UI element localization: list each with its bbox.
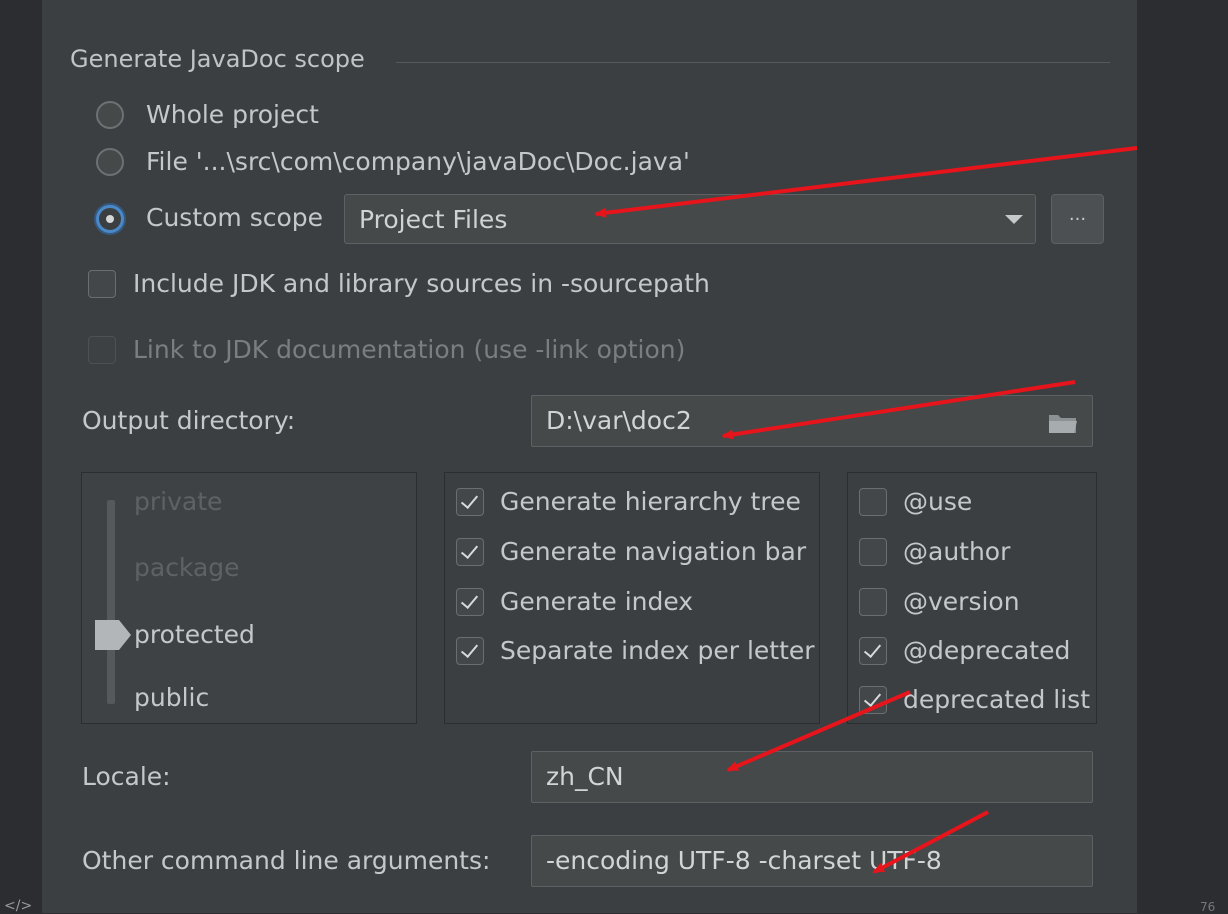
navigation-bar-checkbox[interactable] bbox=[456, 538, 484, 566]
locale-value: zh_CN bbox=[546, 762, 624, 791]
radio-file[interactable] bbox=[96, 148, 124, 176]
tag-version-label[interactable]: @version bbox=[903, 587, 1020, 617]
radio-file-label[interactable]: File '...\src\com\company\javaDoc\Doc.ja… bbox=[146, 147, 690, 177]
include-jdk-checkbox[interactable] bbox=[88, 270, 116, 298]
access-level-panel bbox=[81, 472, 417, 724]
scope-group-title: Generate JavaDoc scope bbox=[70, 45, 365, 73]
tag-version-checkbox[interactable] bbox=[859, 588, 887, 616]
access-level-public[interactable]: public bbox=[134, 683, 209, 713]
custom-scope-value: Project Files bbox=[359, 205, 508, 234]
access-level-package[interactable]: package bbox=[134, 553, 240, 583]
output-directory-field[interactable]: D:\var\doc2 bbox=[531, 395, 1093, 447]
deprecated-list-label[interactable]: deprecated list bbox=[903, 685, 1090, 715]
link-jdk-checkbox[interactable] bbox=[88, 336, 116, 364]
tag-deprecated-label[interactable]: @deprecated bbox=[903, 636, 1070, 666]
locale-field[interactable]: zh_CN bbox=[531, 751, 1093, 803]
folder-icon[interactable] bbox=[1048, 412, 1078, 434]
group-separator bbox=[396, 62, 1110, 63]
separate-index-label[interactable]: Separate index per letter bbox=[500, 636, 818, 666]
link-jdk-label: Link to JDK documentation (use -link opt… bbox=[133, 335, 686, 364]
generate-index-label[interactable]: Generate index bbox=[500, 587, 693, 617]
access-level-slider-thumb[interactable] bbox=[94, 619, 132, 651]
hierarchy-tree-checkbox[interactable] bbox=[456, 488, 484, 516]
tags-panel: @use @author @version @deprecated deprec… bbox=[847, 472, 1097, 724]
other-args-field[interactable]: -encoding UTF-8 -charset UTF-8 bbox=[531, 835, 1093, 887]
tag-use-label[interactable]: @use bbox=[903, 487, 972, 517]
chevron-down-icon[interactable] bbox=[1005, 215, 1023, 224]
tag-deprecated-checkbox[interactable] bbox=[859, 637, 887, 665]
footer-status: 76 bbox=[1200, 900, 1216, 914]
radio-whole-project-label[interactable]: Whole project bbox=[146, 100, 319, 130]
radio-custom-scope-label[interactable]: Custom scope bbox=[146, 203, 323, 233]
include-jdk-label[interactable]: Include JDK and library sources in -sour… bbox=[133, 269, 710, 299]
access-level-protected[interactable]: protected bbox=[134, 620, 255, 650]
hierarchy-tree-label[interactable]: Generate hierarchy tree bbox=[500, 487, 801, 517]
other-args-label: Other command line arguments: bbox=[82, 846, 491, 875]
radio-whole-project[interactable] bbox=[96, 101, 124, 129]
tag-author-checkbox[interactable] bbox=[859, 538, 887, 566]
separate-index-checkbox[interactable] bbox=[456, 637, 484, 665]
deprecated-list-checkbox[interactable] bbox=[859, 686, 887, 714]
access-level-slider-track[interactable] bbox=[107, 500, 115, 704]
other-args-value: -encoding UTF-8 -charset UTF-8 bbox=[546, 846, 942, 875]
output-directory-value: D:\var\doc2 bbox=[546, 406, 692, 435]
custom-scope-dropdown[interactable]: Project Files bbox=[344, 194, 1036, 244]
locale-label: Locale: bbox=[82, 762, 171, 791]
tag-use-checkbox[interactable] bbox=[859, 488, 887, 516]
tag-author-label[interactable]: @author bbox=[903, 537, 1010, 567]
access-level-private[interactable]: private bbox=[134, 487, 222, 517]
output-directory-label: Output directory: bbox=[82, 406, 296, 435]
radio-custom-scope[interactable] bbox=[96, 205, 124, 233]
generate-index-checkbox[interactable] bbox=[456, 588, 484, 616]
scope-browse-button[interactable]: ... bbox=[1051, 194, 1104, 244]
navigation-bar-label[interactable]: Generate navigation bar bbox=[500, 537, 806, 567]
footer-code-icon: </> bbox=[4, 898, 33, 914]
